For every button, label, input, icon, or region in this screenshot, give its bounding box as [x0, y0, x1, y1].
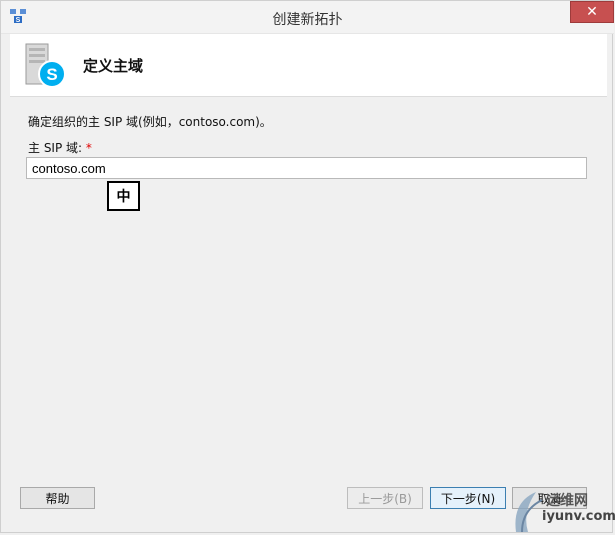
page-title: 定义主域 [83, 57, 144, 75]
close-button[interactable]: ✕ [570, 1, 614, 23]
close-icon: ✕ [586, 4, 598, 20]
title-bar: S 创建新拓扑 ✕ [1, 1, 614, 34]
svg-text:S: S [46, 65, 57, 84]
sip-domain-input[interactable] [26, 157, 587, 179]
watermark-line1: 运维网 [546, 493, 588, 509]
sip-domain-label: 主 SIP 域: * [28, 139, 92, 156]
ime-mode-indicator: 中 [107, 181, 140, 211]
site-watermark: 运维网 iyunv.com [508, 482, 615, 535]
sip-domain-label-text: 主 SIP 域: [28, 141, 83, 155]
help-button[interactable]: 帮助 [20, 487, 95, 509]
skype-server-icon: S [25, 43, 66, 88]
window-title: 创建新拓扑 [272, 12, 343, 28]
header-banner: S 定义主域 [10, 34, 607, 97]
watermark-line2: iyunv.com [542, 509, 615, 524]
required-marker: * [85, 141, 92, 155]
description-text: 确定组织的主 SIP 域(例如，contoso.com)。 [28, 115, 272, 129]
back-button[interactable]: 上一步(B) [347, 487, 423, 509]
dialog-window: S 创建新拓扑 ✕ S 定义主域 确定组织的主 SIP 域(例如，contoso… [0, 0, 614, 533]
next-button[interactable]: 下一步(N) [430, 487, 506, 509]
